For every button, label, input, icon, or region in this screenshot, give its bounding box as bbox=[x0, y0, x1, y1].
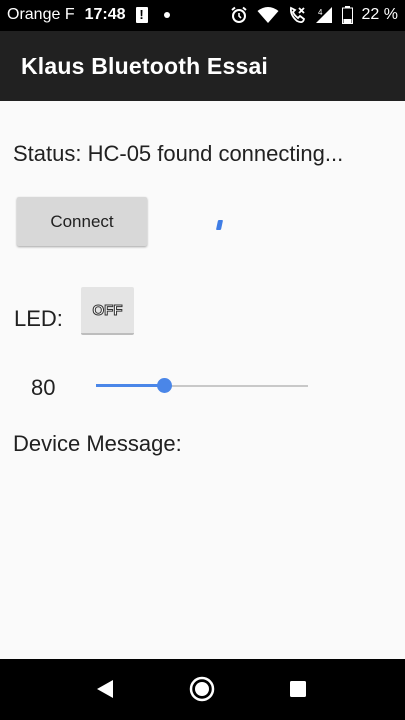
status-bar-right: 4 22 % bbox=[230, 6, 398, 24]
recents-icon[interactable] bbox=[285, 676, 311, 702]
call-icon bbox=[288, 6, 306, 24]
back-icon[interactable] bbox=[92, 676, 118, 702]
slider-value: 80 bbox=[31, 375, 56, 400]
battery-percent: 22 % bbox=[361, 6, 398, 23]
connect-button[interactable]: Connect bbox=[17, 197, 147, 246]
status-bar: Orange F 17:48 ! 4 22 % bbox=[0, 0, 405, 31]
home-icon[interactable] bbox=[189, 676, 215, 702]
navigation-bar bbox=[0, 659, 405, 720]
loading-spinner-icon bbox=[215, 220, 224, 230]
signal-icon: 4 bbox=[315, 6, 333, 24]
battery-icon bbox=[341, 6, 353, 24]
clock: 17:48 bbox=[84, 6, 126, 23]
app-bar: Klaus Bluetooth Essai bbox=[0, 31, 405, 101]
svg-text:4: 4 bbox=[318, 8, 323, 17]
app-title: Klaus Bluetooth Essai bbox=[21, 53, 269, 79]
led-label: LED: bbox=[14, 306, 63, 331]
main-content: Status: HC-05 found connecting... Connec… bbox=[0, 101, 405, 659]
wifi-icon bbox=[257, 6, 279, 24]
connection-status-text: Status: HC-05 found connecting... bbox=[13, 141, 344, 166]
slider-fill bbox=[96, 384, 164, 387]
brightness-slider[interactable] bbox=[96, 375, 308, 397]
alert-icon: ! bbox=[135, 7, 148, 23]
device-message-label: Device Message: bbox=[13, 431, 182, 456]
slider-thumb[interactable] bbox=[156, 378, 172, 393]
led-toggle-button[interactable]: OFF bbox=[81, 287, 134, 335]
notification-dot-icon bbox=[163, 12, 170, 18]
alarm-icon bbox=[230, 6, 248, 24]
carrier-name: Orange F bbox=[7, 6, 75, 23]
status-bar-left: Orange F 17:48 ! bbox=[7, 6, 170, 24]
